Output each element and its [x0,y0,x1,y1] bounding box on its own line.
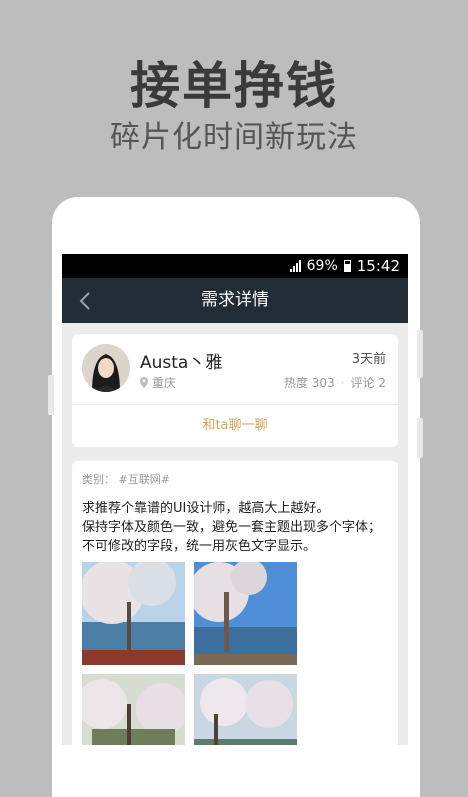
battery-percent: 69% [306,258,338,274]
avatar[interactable] [82,344,130,392]
post-description: 求推荐个靠谱的UI设计师，越高大上越好。 保持字体及颜色一致，避免一套主题出现多… [82,499,388,556]
battery-icon [343,260,351,272]
description-line: 求推荐个靠谱的UI设计师，越高大上越好。 [82,501,330,516]
pond-blossom-photo[interactable] [194,674,297,745]
hero-title: 接单挣钱 [130,57,338,115]
post-time: 3天前 [351,352,386,367]
hero-subtitle: 碎片化时间新玩法 [110,120,358,155]
garden-blossom-photo[interactable] [82,674,185,745]
comment-count: 评论 2 [350,376,386,390]
photo-grid [82,562,388,745]
cherry-blossom-tree-photo[interactable] [194,562,297,665]
user-location: 重庆 [140,374,176,391]
description-line: 不可修改的字段，统一用灰色文字显示。 [82,539,317,554]
location-text: 重庆 [152,376,177,390]
description-line: 保持字体及颜色一致，避免一套主题出现多个字体； [82,520,382,535]
category-tag[interactable]: #互联网# [119,473,170,486]
nav-bar: 需求详情 [62,278,408,323]
page-title: 需求详情 [201,290,269,310]
status-bar: 69% 15:42 [62,254,408,278]
clock: 15:42 [356,257,400,275]
cherry-blossom-lake-photo[interactable] [82,562,185,665]
post-card: 类别： #互联网# 求推荐个靠谱的UI设计师，越高大上越好。 保持字体及颜色一致… [72,461,398,745]
phone-volume-button [417,330,423,378]
signal-icon [289,260,301,272]
chat-button[interactable]: 和ta聊一聊 [72,404,398,447]
user-row[interactable]: Austa丶雅 重庆 3天前 热度 303 · 评论 2 [72,334,398,404]
user-name[interactable]: Austa丶雅 [140,348,222,373]
phone-screen: 69% 15:42 需求详情 Austa丶雅 重庆 3天前 热度 303 · 评… [62,254,408,745]
user-card: Austa丶雅 重庆 3天前 热度 303 · 评论 2 和ta聊一聊 [72,334,398,447]
location-pin-icon [140,377,148,388]
heat-count: 热度 303 [283,376,335,390]
phone-power-button [417,418,423,458]
phone-side-button [48,375,54,415]
post-stats: 热度 303 · 评论 2 [283,376,386,390]
category-row: 类别： #互联网# [82,471,388,487]
category-label: 类别： [82,473,115,486]
